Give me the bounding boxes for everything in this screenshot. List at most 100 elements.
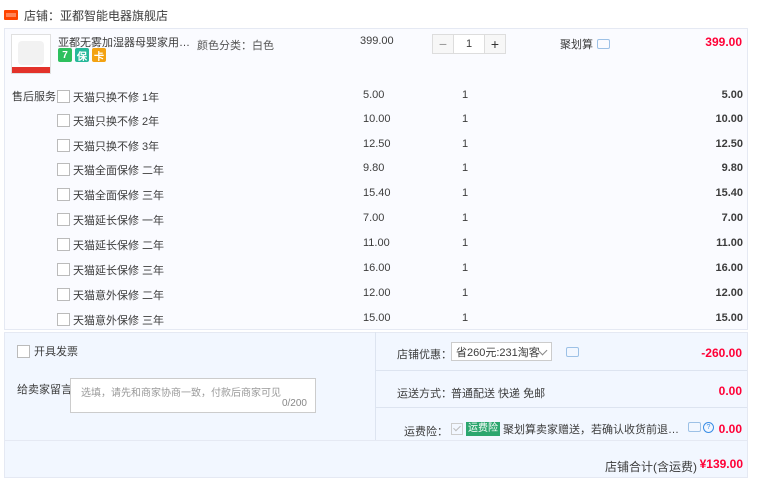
service-name[interactable]: 天猫全面保修 二年 [73, 162, 164, 178]
product-badges: 7 保 卡 [58, 48, 106, 63]
service-row: 天猫意外保修 二年 12.00 1 12.00 [0, 285, 760, 305]
service-row: 天猫延长保修 三年 16.00 1 16.00 [0, 260, 760, 280]
service-row: 天猫只换不修 3年 12.50 1 12.50 [0, 136, 760, 156]
divider [375, 370, 747, 371]
discount-select[interactable]: 省260元:231淘客 [451, 342, 552, 361]
service-price: 15.00 [363, 312, 391, 324]
service-qty: 1 [462, 138, 469, 150]
divider [375, 332, 376, 440]
divider [375, 407, 747, 408]
unit-price: 399.00 [360, 35, 394, 47]
service-price: 5.00 [363, 89, 385, 101]
store-icon [4, 10, 18, 20]
service-name[interactable]: 天猫只换不修 2年 [73, 113, 159, 129]
store-total-value: ¥139.00 [699, 457, 743, 471]
chat-icon[interactable] [566, 347, 579, 357]
service-price: 7.00 [363, 212, 385, 224]
discount-value: -260.00 [701, 346, 742, 360]
service-name[interactable]: 天猫只换不修 3年 [73, 138, 159, 154]
decrement-button[interactable]: − [432, 34, 454, 54]
service-row: 天猫延长保修 二年 11.00 1 11.00 [0, 235, 760, 255]
service-qty: 1 [462, 262, 469, 274]
shipping-label: 运送方式： [397, 388, 452, 400]
promo-label: 聚划算 [560, 39, 593, 51]
help-icon[interactable]: ? [703, 422, 714, 433]
service-price: 15.40 [363, 187, 391, 199]
service-checkbox[interactable] [57, 114, 70, 127]
service-name[interactable]: 天猫意外保修 三年 [73, 312, 164, 328]
service-name[interactable]: 天猫只换不修 1年 [73, 89, 159, 105]
quantity-input[interactable]: 1 [454, 34, 484, 54]
service-checkbox[interactable] [57, 139, 70, 152]
humidifier-image [18, 41, 44, 65]
service-qty: 1 [462, 237, 469, 249]
item-total: 399.00 [705, 35, 742, 49]
product-image[interactable] [11, 34, 51, 74]
service-checkbox[interactable] [57, 288, 70, 301]
insurance-tag: 运费险 [466, 422, 500, 436]
service-subtotal: 16.00 [715, 262, 743, 274]
service-qty: 1 [462, 287, 469, 299]
promo: 聚划算 [560, 36, 610, 52]
service-price: 16.00 [363, 262, 391, 274]
service-qty: 1 [462, 312, 469, 324]
service-price: 9.80 [363, 162, 385, 174]
shop-name[interactable]: 店铺：亚都智能电器旗舰店 [24, 7, 168, 24]
invoice-label: 开具发票 [34, 346, 78, 358]
credit-card-icon[interactable]: 卡 [92, 48, 106, 63]
invoice-checkbox[interactable] [17, 344, 30, 358]
insurance-help: ? [688, 422, 714, 433]
shipping-method: 普通配送 快递 免邮 [451, 388, 546, 400]
shop-header: 店铺：亚都智能电器旗舰店 [0, 0, 760, 30]
service-subtotal: 7.00 [721, 212, 743, 224]
thumb-banner [12, 67, 50, 73]
shipping-value: 0.00 [718, 384, 742, 398]
service-checkbox[interactable] [57, 213, 70, 226]
service-subtotal: 12.00 [715, 287, 743, 299]
service-checkbox[interactable] [57, 163, 70, 176]
insurance-label: 运费险： [404, 426, 448, 438]
insurance-option: 运费险 聚划算卖家赠送，若确认收货前退货，可获... [451, 421, 683, 437]
service-row: 天猫全面保修 二年 9.80 1 9.80 [0, 160, 760, 180]
service-price: 11.00 [363, 237, 390, 249]
chat-icon[interactable] [688, 422, 701, 432]
message-textarea[interactable]: 选填，请先和商家协商一致，付款后商家可见 0/200 [70, 378, 316, 413]
service-row: 天猫只换不修 1年 5.00 1 5.00 [0, 87, 760, 107]
service-qty: 1 [462, 212, 469, 224]
guarantee-icon[interactable]: 保 [75, 48, 89, 63]
store-total-label: 店铺合计(含运费) [605, 460, 697, 474]
seven-day-return-icon[interactable]: 7 [58, 48, 72, 62]
service-subtotal: 15.40 [715, 187, 743, 199]
service-row: 天猫只换不修 2年 10.00 1 10.00 [0, 111, 760, 131]
insurance-checkbox[interactable] [451, 423, 463, 435]
sku-label: 颜色分类：白色 [197, 40, 274, 52]
increment-button[interactable]: + [484, 34, 506, 54]
invoice-option[interactable]: 开具发票 [17, 343, 78, 359]
service-name[interactable]: 天猫延长保修 二年 [73, 237, 164, 253]
discount-selected: 省260元:231淘客 [456, 346, 540, 359]
message-counter: 0/200 [281, 398, 307, 409]
service-row: 天猫全面保修 三年 15.40 1 15.40 [0, 185, 760, 205]
service-qty: 1 [462, 162, 469, 174]
service-subtotal: 10.00 [715, 113, 743, 125]
service-checkbox[interactable] [57, 313, 70, 326]
service-checkbox[interactable] [57, 263, 70, 276]
service-name[interactable]: 天猫全面保修 三年 [73, 187, 164, 203]
service-name[interactable]: 天猫意外保修 二年 [73, 287, 164, 303]
service-name[interactable]: 天猫延长保修 一年 [73, 212, 164, 228]
chat-icon[interactable] [597, 39, 610, 49]
service-subtotal: 12.50 [715, 138, 743, 150]
service-qty: 1 [462, 89, 469, 101]
service-name[interactable]: 天猫延长保修 三年 [73, 262, 164, 278]
insurance-text: 聚划算卖家赠送，若确认收货前退货，可获... [503, 424, 683, 436]
service-subtotal: 9.80 [721, 162, 743, 174]
service-row: 天猫延长保修 一年 7.00 1 7.00 [0, 210, 760, 230]
service-checkbox[interactable] [57, 238, 70, 251]
service-checkbox[interactable] [57, 188, 70, 201]
service-price: 10.00 [363, 113, 391, 125]
service-price: 12.50 [363, 138, 391, 150]
service-price: 12.00 [363, 287, 391, 299]
service-qty: 1 [462, 187, 469, 199]
service-checkbox[interactable] [57, 90, 70, 103]
store-total-bar: 店铺合计(含运费) ¥139.00 [4, 440, 748, 478]
